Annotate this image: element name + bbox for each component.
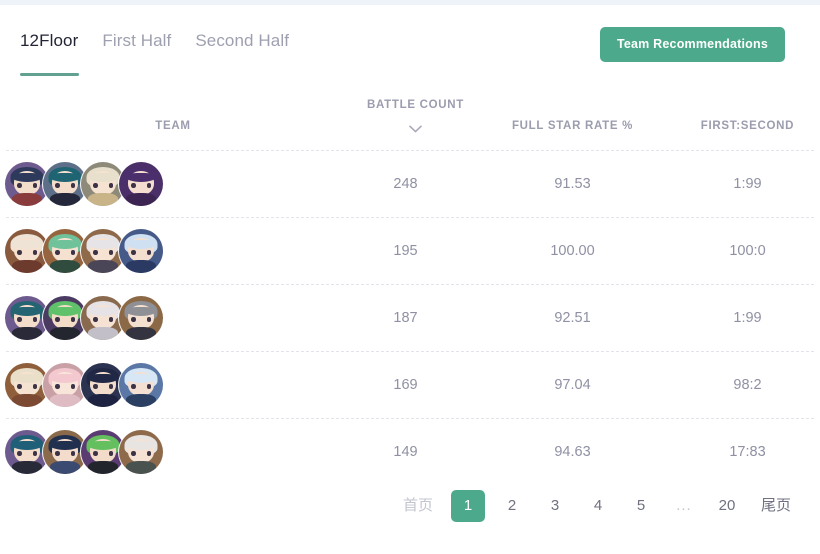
full-star-rate-cell: 91.53 — [554, 176, 591, 192]
pagination-item[interactable]: 1 — [450, 490, 485, 522]
pagination-item[interactable]: 2 — [496, 490, 528, 522]
battle-count-cell: 187 — [393, 310, 418, 326]
team-avatars[interactable] — [5, 227, 163, 275]
team-avatars[interactable] — [5, 428, 163, 476]
column-header-team[interactable]: TEAM — [133, 120, 213, 132]
card-header: 12Floor First Half Second Half Team Recomm… — [0, 5, 820, 76]
table-row[interactable]: 169 97.04 98:2 — [0, 352, 820, 418]
character-avatar[interactable] — [119, 363, 163, 407]
pagination-item: ... — [676, 497, 692, 514]
column-header-full-star-rate[interactable]: FULL STAR RATE % — [480, 120, 665, 132]
first-second-cell: 100:0 — [729, 243, 766, 259]
tab-second-half[interactable]: Second Half — [195, 31, 289, 54]
tab-first-half[interactable]: First Half — [102, 31, 171, 54]
battle-count-cell: 248 — [393, 176, 418, 192]
stats-card: 12Floor First Half Second Half Team Recomm… — [0, 5, 820, 554]
first-second-cell: 1:99 — [733, 176, 762, 192]
team-avatars[interactable] — [5, 160, 163, 208]
battle-count-cell: 195 — [393, 243, 418, 259]
table-body: 248 91.53 1:99 195 100.00 100:0 187 92.51 1:99 16… — [0, 150, 820, 485]
battle-count-cell: 149 — [393, 444, 418, 460]
team-avatars[interactable] — [5, 294, 163, 342]
pagination-item[interactable]: 首页 — [396, 490, 440, 522]
table-row[interactable]: 187 92.51 1:99 — [0, 285, 820, 351]
full-star-rate-cell: 100.00 — [550, 243, 595, 259]
character-avatar[interactable] — [119, 430, 163, 474]
team-stats-table: TEAM BATTLE COUNT FULL STAR RATE % FIRST… — [0, 73, 820, 485]
tab-bar: 12Floor First Half Second Half — [20, 31, 289, 54]
pagination-item[interactable]: 4 — [582, 490, 614, 522]
tab-12floor[interactable]: 12Floor — [20, 31, 78, 54]
pagination-item[interactable]: 尾页 — [754, 490, 798, 522]
battle-count-cell: 169 — [393, 377, 418, 393]
chevron-down-icon[interactable] — [343, 122, 488, 134]
full-star-rate-cell: 97.04 — [554, 377, 591, 393]
full-star-rate-cell: 94.63 — [554, 444, 591, 460]
pagination: 首页 1 2 3 4 5... 20 尾页 — [385, 490, 798, 522]
column-header-battle-count[interactable]: BATTLE COUNT — [343, 99, 488, 111]
team-avatars[interactable] — [5, 361, 163, 409]
column-header-first-second[interactable]: FIRST:SECOND — [660, 120, 820, 132]
character-avatar[interactable] — [119, 296, 163, 340]
table-header-row: TEAM BATTLE COUNT FULL STAR RATE % FIRST… — [0, 73, 820, 150]
tab-label: First Half — [102, 31, 172, 50]
full-star-rate-cell: 92.51 — [554, 310, 591, 326]
first-second-cell: 17:83 — [729, 444, 766, 460]
pagination-item[interactable]: 3 — [539, 490, 571, 522]
pagination-item[interactable]: 5 — [625, 490, 657, 522]
pagination-item[interactable]: 20 — [711, 490, 743, 522]
team-recommendations-button[interactable]: Team Recommendations — [599, 27, 785, 62]
character-avatar[interactable] — [119, 229, 163, 273]
table-row[interactable]: 149 94.63 17:83 — [0, 419, 820, 485]
tab-label: Second Half — [195, 31, 290, 50]
table-row[interactable]: 248 91.53 1:99 — [0, 151, 820, 217]
tab-label: 12Floor — [20, 31, 79, 50]
character-avatar[interactable] — [119, 162, 163, 206]
first-second-cell: 1:99 — [733, 310, 762, 326]
first-second-cell: 98:2 — [733, 377, 762, 393]
table-row[interactable]: 195 100.00 100:0 — [0, 218, 820, 284]
